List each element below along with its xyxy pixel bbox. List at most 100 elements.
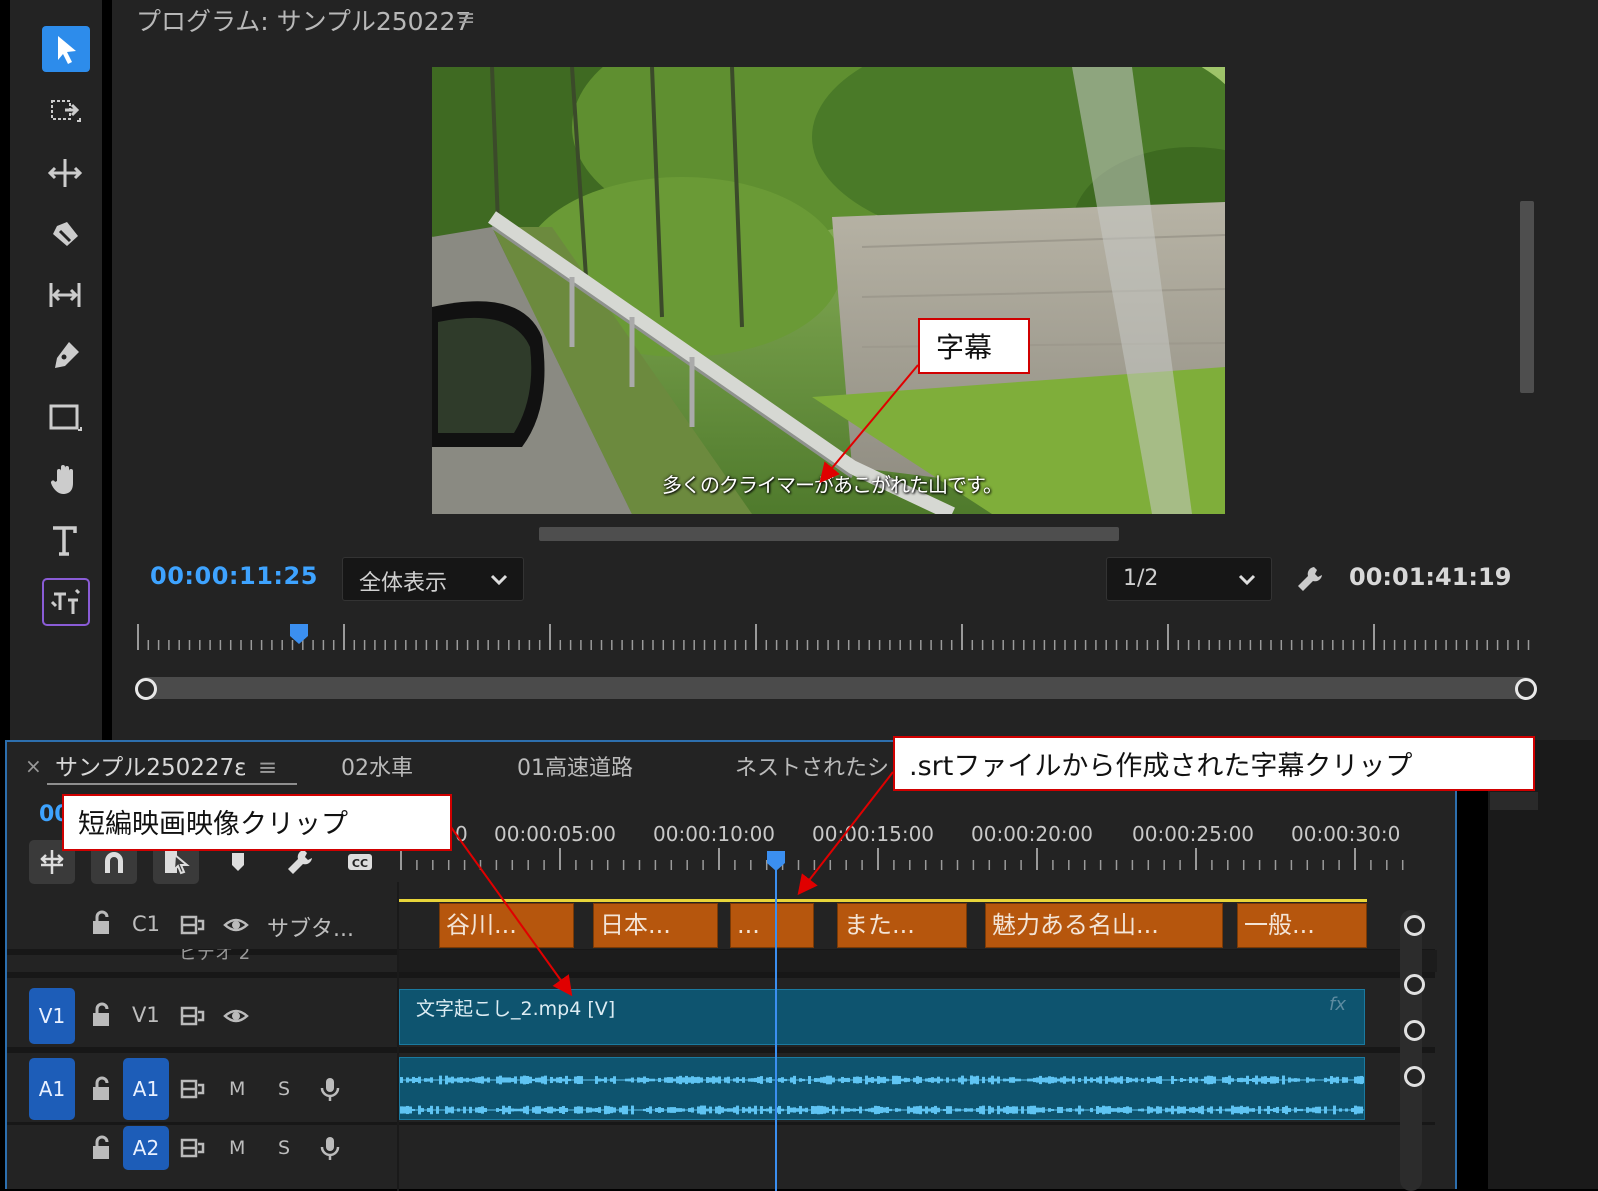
waveform-bar	[655, 1107, 658, 1113]
zoom-handle-left[interactable]	[135, 678, 157, 700]
type-icon[interactable]	[38, 515, 92, 565]
scroll-handle[interactable]	[1404, 974, 1425, 995]
solo-button[interactable]: S	[278, 1078, 290, 1100]
track-target-a1[interactable]: A1	[123, 1058, 169, 1120]
tab-sequence[interactable]: ネストされたシ	[735, 750, 889, 782]
video-clip[interactable]: 文字起こし_2.mp4 [V] fx	[399, 989, 1365, 1045]
caption-clip[interactable]: ...	[730, 903, 814, 948]
lock-icon[interactable]	[89, 1076, 115, 1102]
caption-clip[interactable]: また...	[837, 903, 967, 948]
waveform-bar	[1363, 1076, 1364, 1084]
waveform-bar	[718, 1105, 721, 1115]
waveform-bar	[460, 1109, 463, 1111]
waveform-bar	[1030, 1105, 1033, 1115]
waveform-bar	[1015, 1078, 1018, 1082]
caption-clip[interactable]: 日本...	[593, 903, 718, 948]
monitor-playhead[interactable]	[289, 623, 309, 645]
waveform-bar	[1318, 1106, 1321, 1114]
sync-lock-icon[interactable]	[179, 1076, 205, 1102]
hamburger-menu-icon[interactable]: ≡	[258, 755, 277, 781]
waveform-bar	[538, 1077, 541, 1083]
sync-lock-icon[interactable]	[179, 1003, 205, 1029]
eye-icon[interactable]	[223, 1003, 249, 1029]
hand-icon[interactable]	[38, 454, 92, 504]
tab-sequence[interactable]: 02水車	[341, 750, 413, 782]
waveform-bar	[1120, 1076, 1123, 1084]
waveform-bar	[616, 1079, 619, 1081]
waveform-bar	[955, 1079, 958, 1081]
duration-timecode: 00:01:41:19	[1349, 563, 1512, 591]
lock-icon[interactable]	[89, 910, 115, 936]
mute-button[interactable]: M	[229, 1078, 245, 1100]
sync-lock-icon[interactable]	[179, 912, 205, 938]
waveform-bar	[766, 1108, 769, 1112]
razor-icon[interactable]	[38, 209, 92, 259]
waveform-bar	[1207, 1075, 1210, 1085]
waveform-bar	[823, 1076, 826, 1084]
lock-icon[interactable]	[89, 1002, 115, 1028]
zoom-handle-right[interactable]	[1515, 678, 1537, 700]
waveform-bar	[1333, 1077, 1336, 1083]
waveform-bar	[1156, 1076, 1159, 1084]
caption-clip[interactable]: 魅力ある名山...	[985, 903, 1223, 948]
timeline-ruler[interactable]	[399, 846, 1409, 872]
audio-clip[interactable]	[399, 1057, 1365, 1120]
sync-lock-icon[interactable]	[179, 1135, 205, 1161]
waveform-bar	[757, 1109, 760, 1111]
scroll-handle[interactable]	[1404, 915, 1425, 936]
waveform-bar	[1099, 1076, 1102, 1084]
waveform-bar	[583, 1079, 586, 1081]
waveform-bar	[1018, 1109, 1021, 1111]
slip-icon[interactable]	[38, 270, 92, 320]
waveform-bar	[925, 1078, 928, 1082]
lock-icon[interactable]	[89, 1135, 115, 1161]
solo-button[interactable]: S	[278, 1137, 290, 1159]
close-icon[interactable]: ×	[25, 754, 42, 778]
tab-sequence-active[interactable]: サンプル250227ε ≡	[55, 748, 277, 782]
current-timecode[interactable]: 00:00:11:25	[150, 562, 318, 590]
waveform-bar	[643, 1076, 646, 1084]
source-patch-a1[interactable]: A1	[29, 1058, 75, 1120]
track-height-scrollbar[interactable]	[1400, 910, 1422, 1191]
caption-clip[interactable]: 一般...	[1237, 903, 1367, 948]
microphone-icon[interactable]	[317, 1076, 343, 1102]
pen-icon[interactable]	[38, 331, 92, 381]
tab-sequence[interactable]: 01高速道路	[517, 750, 633, 782]
waveform-bar	[580, 1076, 583, 1084]
waveform-bar	[973, 1076, 976, 1084]
track-select-forward-icon[interactable]	[38, 86, 92, 136]
waveform-bar	[1072, 1109, 1075, 1111]
waveform-bar	[1087, 1078, 1090, 1082]
waveform-bar	[853, 1108, 856, 1112]
horizontal-scrollbar[interactable]	[539, 527, 1119, 541]
mute-button[interactable]: M	[229, 1137, 245, 1159]
rectangle-icon[interactable]	[38, 393, 92, 443]
waveform-bar	[1231, 1105, 1234, 1115]
zoom-scroll-bar[interactable]	[135, 677, 1537, 700]
selection-tool-icon[interactable]	[42, 26, 90, 72]
monitor-time-ruler[interactable]	[136, 622, 1532, 652]
scroll-handle[interactable]	[1404, 1066, 1425, 1087]
track-target-a2[interactable]: A2	[123, 1126, 169, 1170]
ripple-edit-icon[interactable]	[38, 148, 92, 198]
microphone-icon[interactable]	[317, 1135, 343, 1161]
waveform-bar	[985, 1079, 988, 1081]
waveform-bar	[1066, 1108, 1069, 1112]
waveform-bar	[847, 1108, 850, 1112]
waveform-bar	[1021, 1106, 1024, 1114]
zoom-level-select[interactable]: 全体表示	[342, 557, 524, 601]
scroll-handle[interactable]	[1404, 1020, 1425, 1041]
source-patch-v1[interactable]: V1	[29, 988, 75, 1044]
waveform-bar	[1174, 1078, 1177, 1082]
playback-resolution-select[interactable]: 1/2	[1106, 557, 1272, 601]
ruler-label: 00:00:05:00	[494, 822, 617, 846]
wrench-icon[interactable]	[1294, 563, 1326, 595]
caption-clip[interactable]: 谷川...	[439, 903, 574, 948]
timeline-playhead[interactable]	[766, 850, 786, 872]
waveform-bar	[733, 1107, 736, 1113]
hamburger-menu-icon[interactable]: ≡	[457, 6, 475, 31]
eye-icon[interactable]	[223, 912, 249, 938]
vertical-scrollbar[interactable]	[1520, 201, 1534, 393]
tools-panel	[10, 0, 102, 745]
caption-tool-icon[interactable]	[42, 578, 90, 626]
